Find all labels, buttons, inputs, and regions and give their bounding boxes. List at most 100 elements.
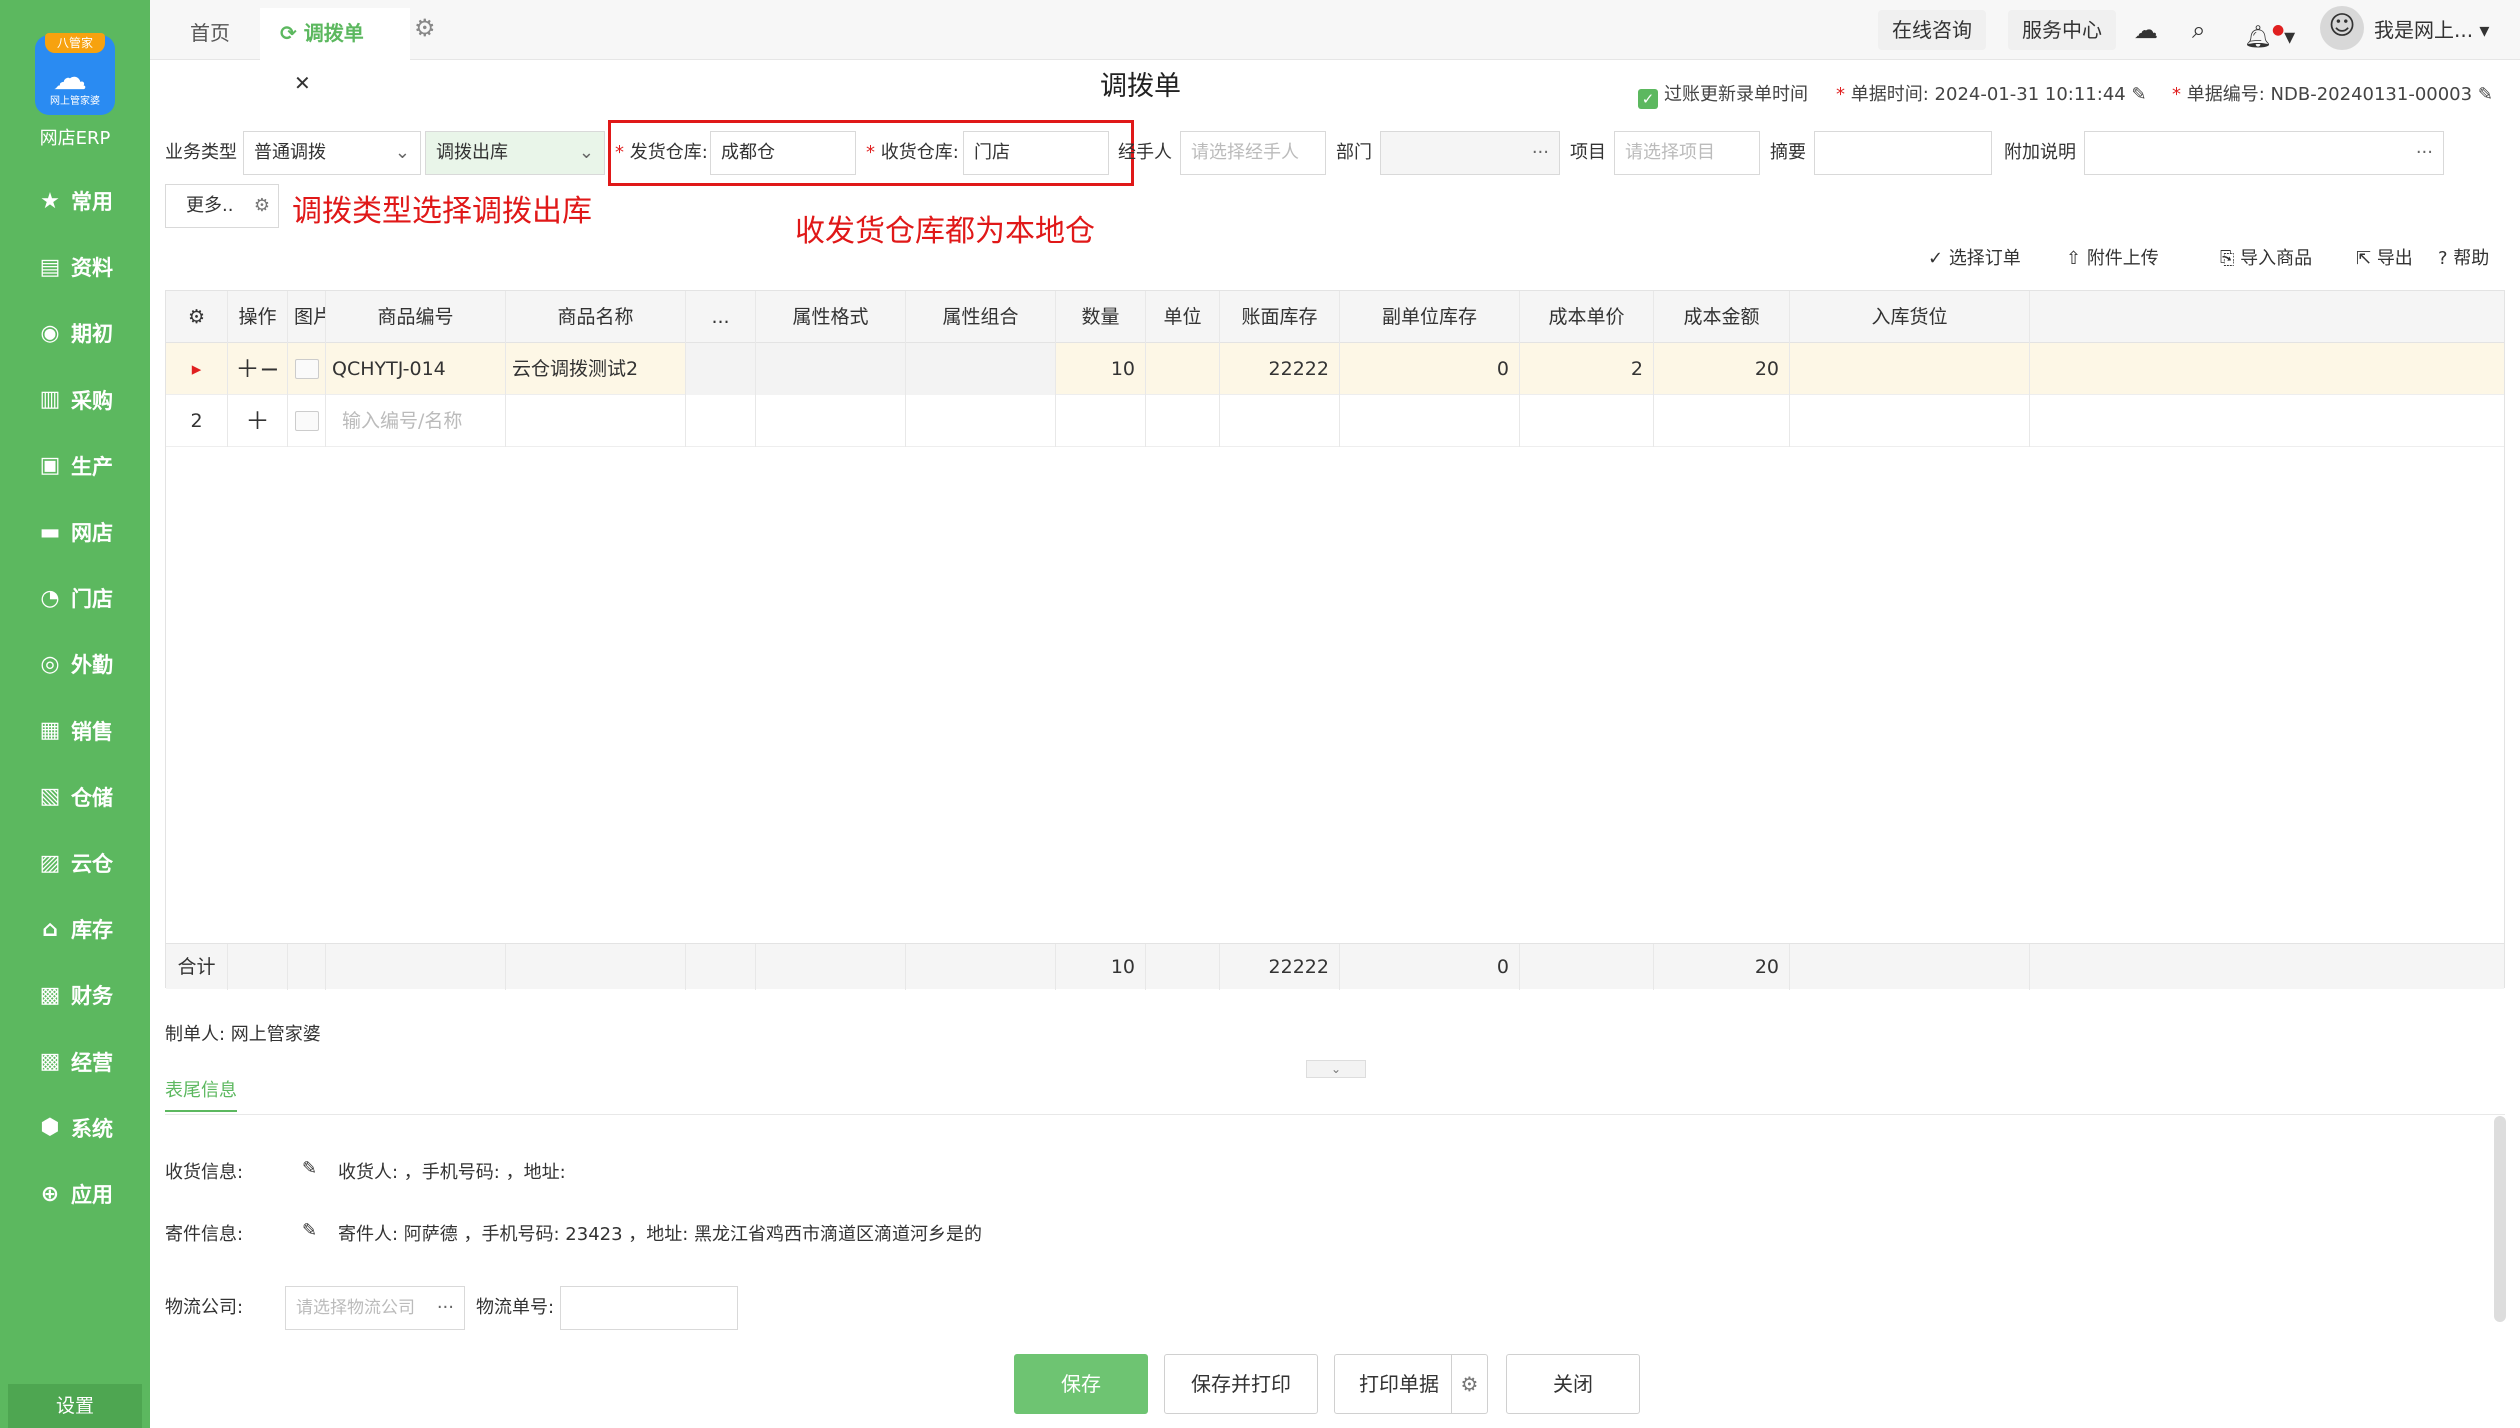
nav-icon: ⌂ (42, 916, 58, 942)
col-header: 商品编号 (326, 291, 506, 343)
table-cell (1340, 395, 1520, 447)
attach-label: 附件上传 (2086, 248, 2159, 269)
biz-type-value: 普通调拨 (254, 142, 326, 163)
sidebar-item[interactable]: ⊕ 应用 (0, 1169, 150, 1219)
bin-location[interactable] (1790, 343, 2030, 395)
goods-name[interactable]: 云仓调拨测试2 (506, 343, 686, 395)
more-dots-icon: ··· (436, 1297, 454, 1318)
project-input[interactable]: 请选择项目 (1614, 131, 1760, 175)
column-settings-gear-icon[interactable]: ⚙ (166, 291, 228, 343)
online-consult-button[interactable]: 在线咨询 (1878, 10, 1986, 50)
tab-transfer-order[interactable]: ⟳ 调拨单 ✕ (260, 8, 410, 95)
cost-price[interactable]: 2 (1520, 343, 1654, 395)
page-title: 调拨单 (1100, 71, 1181, 102)
sidebar-item[interactable]: ▥ 采购 (0, 375, 150, 425)
table-row[interactable]: ▸ ＋− QCHYTJ-014 云仓调拨测试2 10 22222 0 2 20 (166, 343, 2504, 395)
save-print-button[interactable]: 保存并打印 (1164, 1354, 1318, 1414)
cost-amount[interactable]: 20 (1654, 343, 1790, 395)
add-remove-row-buttons[interactable]: ＋− (228, 343, 288, 395)
send-edit-icon[interactable]: ✎ (302, 1220, 317, 1241)
sidebar-item[interactable]: ▧ 仓储 (0, 772, 150, 822)
edit-icon[interactable]: ✎ (2478, 84, 2493, 105)
bell-icon[interactable]: 🔔︎●▾ (2244, 10, 2295, 50)
recv-edit-icon[interactable]: ✎ (302, 1158, 317, 1179)
logistics-company-input[interactable]: 请选择物流公司 ··· (285, 1286, 465, 1330)
doc-number: * 单据编号: NDB-20240131-00003 ✎ (2172, 84, 2493, 105)
sidebar-item[interactable]: ★ 常用 (0, 176, 150, 226)
settings-button[interactable]: 设置 (8, 1384, 142, 1428)
add-row-button[interactable]: ＋ (228, 395, 288, 447)
user-menu[interactable]: 我是网上... ▾ (2374, 10, 2489, 50)
sidebar-item[interactable]: ▩ 财务 (0, 970, 150, 1020)
tab-home[interactable]: 首页 (170, 8, 250, 60)
attr-combo[interactable] (906, 343, 1056, 395)
col-header: 成本金额 (1654, 291, 1790, 343)
avatar[interactable]: ☺ (2320, 6, 2364, 50)
sidebar-item[interactable]: ◎ 外勤 (0, 639, 150, 689)
service-center-button[interactable]: 服务中心 (2008, 10, 2116, 50)
table-cell (756, 944, 906, 990)
tracking-number-input[interactable] (560, 1286, 738, 1330)
quantity[interactable]: 10 (1056, 343, 1146, 395)
close-tab-icon[interactable]: ✕ (294, 71, 311, 95)
extra-input[interactable]: ··· (2084, 131, 2444, 175)
sidebar-item-label: 云仓 (71, 852, 113, 876)
attr-format[interactable] (756, 343, 906, 395)
tab-tail-info[interactable]: 表尾信息 (165, 1076, 237, 1112)
tab-settings-gear-icon[interactable]: ⚙ (414, 14, 436, 42)
handler-input[interactable]: 请选择经手人 (1180, 131, 1326, 175)
edit-icon[interactable]: ✎ (2131, 84, 2146, 105)
table-cell (1520, 944, 1654, 990)
goods-search-input[interactable]: 输入编号/名称 (326, 395, 506, 447)
sidebar-item[interactable]: ⬢ 系统 (0, 1103, 150, 1153)
chevron-down-icon: ⌄ (394, 142, 410, 163)
goods-table: ⚙ 操作 图片 商品编号 商品名称 ... 属性格式 属性组合 数量 单位 账面… (165, 290, 2505, 990)
import-goods-button[interactable]: ⎘ 导入商品 (2220, 244, 2312, 270)
sidebar-item[interactable]: ▣ 生产 (0, 441, 150, 491)
select-order-button[interactable]: ✓ 选择订单 (1928, 244, 2021, 270)
sidebar-item-label: 采购 (71, 388, 113, 413)
print-button[interactable]: 打印单据 ⚙ (1334, 1354, 1488, 1414)
sub-type-select[interactable]: 调拨出库 ⌄ (425, 131, 605, 175)
more-button[interactable]: 更多.. ⚙ (165, 184, 279, 228)
sidebar-item[interactable]: ▤ 资料 (0, 242, 150, 292)
goods-code[interactable]: QCHYTJ-014 (326, 343, 506, 395)
table-cell (1146, 395, 1220, 447)
table-cell (228, 944, 288, 990)
scrollbar[interactable] (2494, 1116, 2506, 1322)
sidebar-item-label: 常用 (71, 190, 113, 214)
search-icon[interactable]: ⌕ (2192, 10, 2205, 50)
table-header: ⚙ 操作 图片 商品编号 商品名称 ... 属性格式 属性组合 数量 单位 账面… (166, 291, 2504, 343)
export-button[interactable]: ⇱ 导出 (2356, 244, 2413, 270)
handler-label: 经手人 (1118, 142, 1172, 163)
total-label: 合计 (166, 944, 228, 990)
sidebar-item[interactable]: ▬ 网店 (0, 507, 150, 557)
close-button[interactable]: 关闭 (1506, 1354, 1640, 1414)
sidebar-item[interactable]: ▨ 云仓 (0, 838, 150, 888)
save-button[interactable]: 保存 (1014, 1354, 1148, 1414)
collapse-toggle-icon[interactable]: ⌄ (1306, 1060, 1366, 1078)
summary-input[interactable] (1814, 131, 1992, 175)
table-row[interactable]: 2 ＋ 输入编号/名称 (166, 395, 2504, 447)
attach-upload-button[interactable]: ⇧ 附件上传 (2066, 244, 2159, 270)
sidebar-item[interactable]: ▩ 经营 (0, 1037, 150, 1087)
unit[interactable] (1146, 343, 1220, 395)
col-header: ... (686, 291, 756, 343)
dept-input[interactable]: ··· (1380, 131, 1560, 175)
sidebar-item[interactable]: ◉ 期初 (0, 308, 150, 358)
print-settings-gear-icon[interactable]: ⚙ (1451, 1355, 1487, 1413)
sidebar-item[interactable]: ⌂ 库存 (0, 904, 150, 954)
table-cell (686, 343, 756, 395)
doc-time-label: 单据时间: (1850, 84, 1929, 105)
help-button[interactable]: ? 帮助 (2438, 244, 2489, 270)
gear-icon: ⚙ (253, 195, 270, 216)
biz-type-select[interactable]: 普通调拨 ⌄ (243, 131, 421, 175)
summary-label: 摘要 (1770, 142, 1806, 163)
more-dots-icon: ··· (2415, 142, 2433, 163)
cloud-download-icon[interactable]: ☁ (2134, 10, 2158, 50)
post-update-checkbox[interactable]: ✓ 过账更新录单时间 (1638, 80, 1808, 109)
sidebar-item[interactable]: ▦ 销售 (0, 706, 150, 756)
more-label: 更多.. (186, 195, 234, 216)
sidebar-item[interactable]: ◔ 门店 (0, 573, 150, 623)
table-cell (1790, 944, 2030, 990)
